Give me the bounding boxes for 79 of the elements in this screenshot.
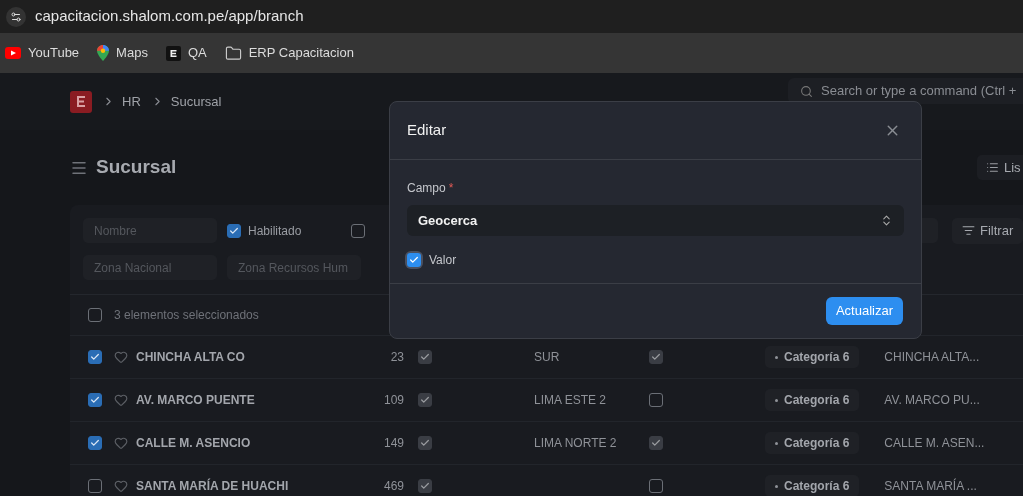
table-cell-text: 149 — [382, 435, 404, 452]
breadcrumb-link[interactable]: HR — [122, 91, 141, 112]
value-checkbox[interactable] — [407, 253, 421, 267]
category-badge: Categoría 6 — [765, 389, 860, 411]
branch-name[interactable]: CALLE M. ASENCIO — [136, 434, 336, 452]
table-checkbox[interactable] — [418, 479, 432, 493]
video-play-icon — [5, 47, 21, 59]
table-cell: SUR — [534, 350, 560, 364]
check-icon — [420, 352, 430, 362]
table-cell-text: 469 — [382, 478, 404, 495]
check-icon — [420, 438, 430, 448]
table-cell-text: CALLE M. ASEN... — [884, 435, 985, 452]
table-checkbox[interactable] — [649, 393, 663, 407]
checkbox-label: Valor — [429, 252, 457, 269]
bookmark[interactable]: Maps — [97, 43, 148, 63]
table-checkbox[interactable] — [649, 436, 663, 450]
bookmark[interactable]: QA — [165, 43, 207, 63]
filter-icon — [962, 224, 975, 237]
table-cell-text: AV. MARCO PU... — [884, 392, 980, 409]
check-icon — [651, 352, 661, 362]
check-icon — [90, 395, 100, 405]
check-icon — [90, 352, 100, 362]
check-icon — [409, 255, 419, 265]
search-field[interactable]: Search or type a command (Ctrl + — [788, 78, 1023, 104]
field-label: Campo * — [407, 181, 454, 195]
up-down-chevron-icon — [880, 214, 893, 227]
heart-icon[interactable] — [114, 350, 128, 364]
list-view-button[interactable]: Lis — [977, 155, 1023, 180]
table-checkbox[interactable] — [418, 350, 432, 364]
branch-name[interactable]: AV. MARCO PUENTE — [136, 391, 336, 409]
url-text[interactable]: capacitacion.shalom.com.pe/app/branch — [35, 5, 304, 28]
row-checkbox[interactable] — [88, 393, 102, 407]
table-cell-text: 109 — [382, 392, 404, 409]
branch-name[interactable]: CHINCHA ALTA CO — [136, 348, 336, 366]
heart-icon[interactable] — [114, 393, 128, 407]
search-placeholder: Search or type a command (Ctrl + — [821, 82, 1017, 101]
check-icon — [651, 438, 661, 448]
select-all-checkbox[interactable] — [88, 308, 102, 322]
table-cell: LIMA ESTE 2 — [534, 393, 607, 407]
table-checkbox[interactable] — [649, 350, 663, 364]
map-pin-icon — [97, 45, 110, 61]
table-cell: SANTA MARÍA ... — [884, 477, 977, 495]
required-mark: * — [448, 181, 454, 195]
branch-name[interactable]: SANTA MARÍA DE HUACHI — [136, 477, 336, 495]
table-cell: LIMA NORTE 2 — [534, 436, 617, 450]
bookmark[interactable]: ERP Capacitacion — [224, 43, 354, 63]
table-checkbox[interactable] — [649, 479, 663, 493]
bookmark[interactable]: YouTube — [5, 43, 80, 63]
checkbox[interactable] — [227, 223, 241, 238]
row-checkbox[interactable] — [88, 436, 102, 450]
category-badge: Categoría 6 — [765, 475, 860, 496]
app-logo-icon — [165, 45, 181, 61]
row-checkbox[interactable] — [88, 350, 102, 364]
search-icon — [800, 84, 813, 98]
site-settings-icon[interactable] — [6, 6, 26, 27]
table-checkbox[interactable] — [418, 436, 432, 450]
check-icon — [420, 395, 430, 405]
category-badge: Categoría 6 — [765, 432, 860, 454]
app-logo-icon[interactable] — [70, 90, 92, 113]
table-cell-text: CHINCHA ALTA... — [884, 349, 980, 366]
dialog-title: Editar — [407, 120, 447, 141]
check-icon — [229, 225, 239, 236]
check-icon — [90, 438, 100, 448]
select-field[interactable]: Geocerca — [407, 205, 904, 236]
heart-icon[interactable] — [114, 479, 128, 493]
table-checkbox[interactable] — [418, 393, 432, 407]
page-title: Sucursal — [96, 155, 177, 180]
heart-icon[interactable] — [114, 436, 128, 450]
category-badge: Categoría 6 — [765, 346, 860, 368]
selection-count: 3 elementos seleccionados — [114, 307, 259, 324]
table-cell-text: 23 — [389, 349, 404, 366]
checkbox-label: Habilitado — [248, 222, 302, 240]
folder-icon — [224, 44, 242, 62]
row-checkbox[interactable] — [88, 479, 102, 493]
filter-button[interactable]: Filtrar — [952, 217, 1023, 244]
checkbox[interactable] — [351, 223, 366, 238]
list-icon — [986, 161, 999, 174]
check-icon — [420, 481, 430, 491]
breadcrumb-link[interactable]: Sucursal — [170, 91, 222, 112]
